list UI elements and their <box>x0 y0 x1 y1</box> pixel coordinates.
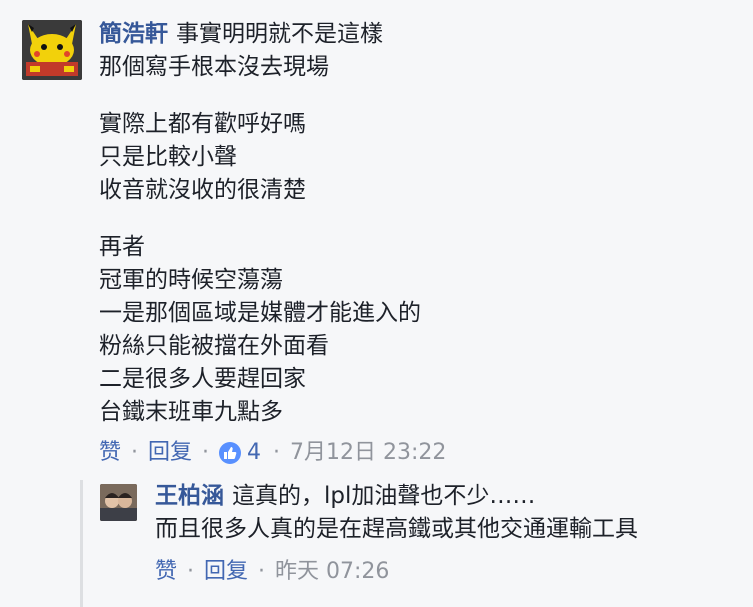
comment-thread: 簡浩軒 事實明明就不是這樣 那個寫手根本沒去現場 實際上都有歡呼好嗎 只是比較小聲… <box>0 0 753 607</box>
comment-body: 簡浩軒 事實明明就不是這樣 那個寫手根本沒去現場 實際上都有歡呼好嗎 只是比較小聲… <box>99 18 739 429</box>
reply-body: 王柏涵 這真的，lpl加油聲也不少…… 而且很多人真的是在趕高鐵或其他交通運輸工具 <box>155 480 745 546</box>
reply-button[interactable]: 回复 <box>204 557 248 587</box>
like-count[interactable]: 4 <box>247 438 261 468</box>
separator-dot: · <box>202 440 210 465</box>
like-button[interactable]: 赞 <box>155 557 177 587</box>
comment-text-line: 事實明明就不是這樣 <box>176 21 383 47</box>
comment-timestamp[interactable]: 7月12日 23:22 <box>290 438 446 468</box>
comment-text-line: 冠軍的時候空蕩蕩 <box>99 267 283 293</box>
reply-button[interactable]: 回复 <box>148 438 192 468</box>
reply-thread-line <box>80 480 83 607</box>
comment-text-line: 那個寫手根本沒去現場 <box>99 54 329 80</box>
separator-dot: · <box>187 559 195 584</box>
avatar[interactable] <box>22 20 82 80</box>
user-photo-icon <box>100 484 137 521</box>
comment-text-line: 一是那個區域是媒體才能進入的 <box>99 300 421 326</box>
comment-first-line: 簡浩軒 事實明明就不是這樣 <box>99 18 739 51</box>
pikachu-avatar-icon <box>22 20 82 80</box>
separator-dot: · <box>258 559 266 584</box>
comment-text-line: 實際上都有歡呼好嗎 <box>99 111 306 137</box>
reply-first-line: 王柏涵 這真的，lpl加油聲也不少…… <box>155 480 745 513</box>
comment-author-link[interactable]: 簡浩軒 <box>99 21 168 47</box>
reply-avatar[interactable] <box>100 484 137 521</box>
reply-text-line: 而且很多人真的是在趕高鐵或其他交通運輸工具 <box>155 516 638 542</box>
comment-text-line: 粉絲只能被擋在外面看 <box>99 333 329 359</box>
reply-actions: 赞 · 回复 · 昨天 07:26 <box>155 557 389 587</box>
separator-dot: · <box>273 440 281 465</box>
comment-text-line: 台鐵末班車九點多 <box>99 399 283 425</box>
comment-actions: 赞 · 回复 · 4 · 7月12日 23:22 <box>99 438 446 468</box>
reply-timestamp[interactable]: 昨天 07:26 <box>275 557 389 587</box>
like-button[interactable]: 赞 <box>99 438 121 468</box>
comment-text-line: 收音就沒收的很清楚 <box>99 177 306 203</box>
comment-text-line: 二是很多人要趕回家 <box>99 366 306 392</box>
reply-author-link[interactable]: 王柏涵 <box>155 483 224 509</box>
separator-dot: · <box>131 440 139 465</box>
comment-text-line: 再者 <box>99 234 145 260</box>
thumbs-up-icon[interactable] <box>219 442 242 464</box>
comment-text-line: 只是比較小聲 <box>99 144 237 170</box>
reply-text-line: 這真的，lpl加油聲也不少…… <box>232 483 536 509</box>
